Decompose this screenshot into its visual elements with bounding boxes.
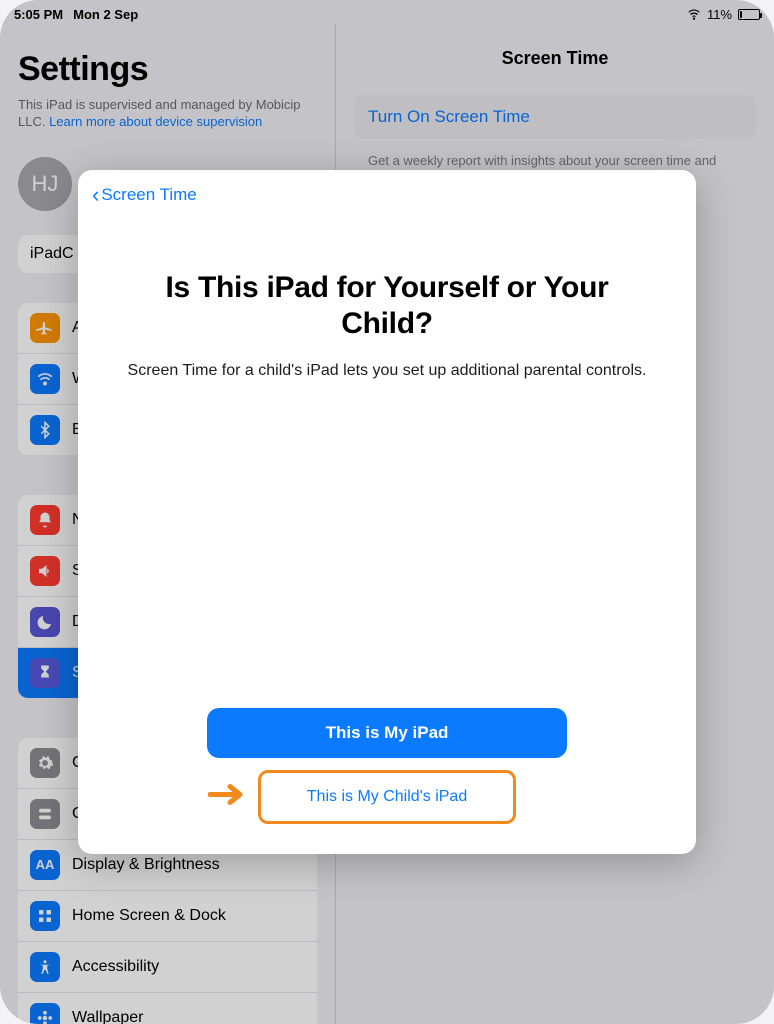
chevron-left-icon: ‹ bbox=[92, 184, 99, 206]
annotation-arrow-icon bbox=[208, 784, 248, 811]
childs-ipad-button[interactable]: This is My Child's iPad bbox=[262, 776, 512, 818]
screen-time-modal: ‹ Screen Time Is This iPad for Yourself … bbox=[78, 170, 696, 854]
modal-heading: Is This iPad for Yourself or Your Child? bbox=[120, 270, 654, 342]
my-ipad-button[interactable]: This is My iPad bbox=[207, 708, 567, 758]
modal-back-button[interactable]: ‹ Screen Time bbox=[92, 184, 682, 206]
modal-back-label: Screen Time bbox=[101, 185, 196, 205]
modal-description: Screen Time for a child's iPad lets you … bbox=[120, 360, 654, 382]
